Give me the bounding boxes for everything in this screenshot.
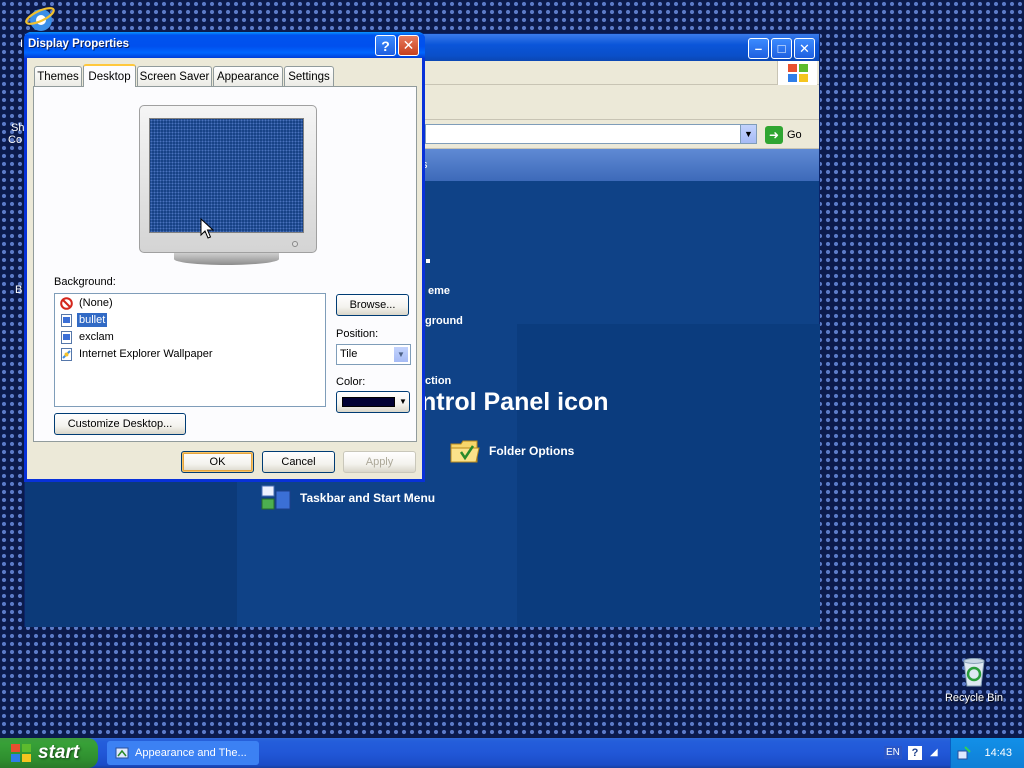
watermark-area	[517, 324, 820, 627]
desktop-label-fragment: Co	[8, 134, 23, 146]
chevron-down-icon: ▼	[399, 397, 407, 406]
bitmap-file-icon	[61, 313, 72, 327]
dialog-close-button[interactable]: ✕	[398, 35, 419, 56]
dialog-titlebar[interactable]: Display Properties ? ✕	[24, 32, 425, 58]
ok-button[interactable]: OK	[181, 451, 254, 473]
mouse-cursor-icon	[200, 218, 214, 239]
expand-tray-icon[interactable]: ◢	[930, 747, 938, 758]
display-properties-dialog: Display Properties ? ✕ Themes Desktop Sc…	[24, 32, 425, 482]
list-item[interactable]: exclam	[60, 329, 116, 345]
power-led-icon	[292, 241, 298, 247]
minimize-button[interactable]: –	[748, 38, 769, 59]
bullet-fragment	[426, 259, 430, 263]
clock[interactable]: 14:43	[984, 747, 1012, 759]
folder-options-link[interactable]: Folder Options	[449, 436, 574, 466]
pick-icon-heading: ntrol Panel icon	[421, 388, 609, 416]
taskbar: start Appearance and The... EN ? ◢ 14:43	[0, 738, 1024, 768]
ie-wallpaper-icon	[61, 347, 72, 361]
network-icon[interactable]	[956, 745, 972, 761]
language-indicator[interactable]: EN	[884, 746, 902, 759]
tab-themes[interactable]: Themes	[34, 66, 82, 86]
dialog-title: Display Properties	[28, 38, 129, 50]
apply-button: Apply	[343, 451, 416, 473]
color-picker-button[interactable]: ▼	[336, 391, 410, 413]
taskbar-icon	[261, 485, 291, 510]
list-item[interactable]: (None)	[60, 295, 115, 311]
windows-logo-icon	[777, 61, 817, 85]
address-dropdown-button[interactable]: ▼	[740, 124, 757, 144]
recycle-bin[interactable]: Recycle Bin	[944, 656, 1004, 712]
list-item-label: bullet	[77, 313, 108, 327]
close-button[interactable]: ✕	[794, 38, 815, 59]
position-label: Position:	[336, 328, 379, 340]
recycle-bin-label: Recycle Bin	[944, 692, 1004, 704]
customize-desktop-button[interactable]: Customize Desktop...	[54, 413, 186, 435]
system-tray: 14:43	[950, 738, 1024, 768]
go-button[interactable]: ➜ Go	[765, 125, 802, 144]
list-item-label: exclam	[79, 331, 114, 343]
start-button[interactable]: start	[0, 738, 98, 768]
taskbar-start-menu-link[interactable]: Taskbar and Start Menu	[260, 483, 435, 513]
tab-screen-saver[interactable]: Screen Saver	[137, 66, 212, 86]
list-item[interactable]: Internet Explorer Wallpaper	[60, 346, 215, 362]
monitor-preview	[139, 105, 317, 253]
background-label: Background:	[54, 276, 116, 288]
desktop-preview-screen	[149, 118, 304, 233]
none-icon	[60, 296, 73, 310]
taskbar-item-label: Appearance and The...	[135, 747, 247, 759]
address-input[interactable]: ▼	[425, 124, 757, 144]
browse-button[interactable]: Browse...	[336, 294, 409, 316]
desktop-ie-icon[interactable]	[22, 2, 58, 36]
go-arrow-icon: ➜	[765, 125, 783, 144]
task-link-partial[interactable]: eme	[428, 285, 450, 297]
list-item[interactable]: bullet	[60, 312, 108, 328]
position-select[interactable]: Tile ▼	[336, 344, 411, 365]
desktop-tab-panel: Background: (None) bullet exclam Interne…	[33, 86, 417, 442]
taskbar-start-menu-label: Taskbar and Start Menu	[300, 491, 436, 505]
control-panel-icon	[115, 747, 129, 759]
list-item-label: Internet Explorer Wallpaper	[79, 348, 213, 360]
tab-settings[interactable]: Settings	[284, 66, 334, 86]
minimize-icon: –	[754, 41, 763, 56]
folder-icon	[450, 440, 480, 463]
list-item-label: (None)	[79, 297, 113, 309]
close-icon: ✕	[402, 37, 415, 53]
taskbar-item-appearance[interactable]: Appearance and The...	[107, 741, 259, 765]
bitmap-file-icon	[61, 330, 72, 344]
tab-appearance[interactable]: Appearance	[213, 66, 283, 86]
desktop-label-fragment: I	[20, 38, 24, 50]
desktop-label-fragment: B	[15, 284, 23, 296]
help-tray-icon[interactable]: ?	[908, 746, 922, 760]
background-list[interactable]: (None) bullet exclam Internet Explorer W…	[54, 293, 326, 407]
chevron-down-icon: ▼	[744, 129, 753, 139]
question-icon: ?	[381, 37, 390, 54]
cancel-button[interactable]: Cancel	[262, 451, 335, 473]
monitor-stand	[174, 253, 279, 265]
tab-desktop[interactable]: Desktop	[83, 64, 136, 87]
help-button[interactable]: ?	[375, 35, 396, 56]
task-link-partial[interactable]: ction	[425, 375, 451, 387]
go-label: Go	[787, 128, 802, 141]
task-link-partial[interactable]: ground	[425, 315, 463, 327]
windows-logo-icon	[11, 744, 31, 762]
color-label: Color:	[336, 376, 366, 388]
color-swatch	[342, 397, 395, 407]
start-label: start	[38, 742, 80, 763]
close-icon: ✕	[799, 40, 810, 56]
chevron-down-icon: ▼	[393, 346, 409, 363]
folder-options-label: Folder Options	[489, 444, 575, 458]
recycle-bin-icon	[963, 658, 985, 687]
maximize-icon: □	[777, 41, 786, 56]
desktop-label-fragment: Sh	[11, 122, 25, 134]
position-value: Tile	[340, 348, 358, 360]
maximize-button[interactable]: □	[771, 38, 792, 59]
internet-explorer-icon	[25, 7, 55, 31]
